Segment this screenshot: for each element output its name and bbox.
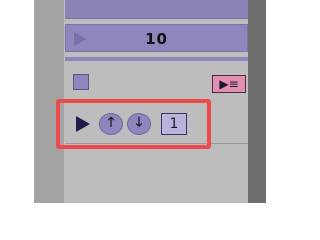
play-list-button[interactable]: ▶≡	[212, 75, 246, 93]
highlight-frame	[56, 99, 211, 149]
toggle-checkbox[interactable]	[73, 74, 89, 90]
number-block[interactable]: 10	[65, 24, 248, 52]
play-list-icon: ▶≡	[219, 77, 239, 91]
empty-block-area	[65, 147, 248, 203]
right-scrollbar[interactable]	[248, 0, 266, 203]
number-value: 10	[145, 30, 168, 48]
toggle-row: ▶≡	[65, 66, 248, 102]
top-block	[65, 0, 248, 19]
block-divider	[65, 57, 248, 61]
